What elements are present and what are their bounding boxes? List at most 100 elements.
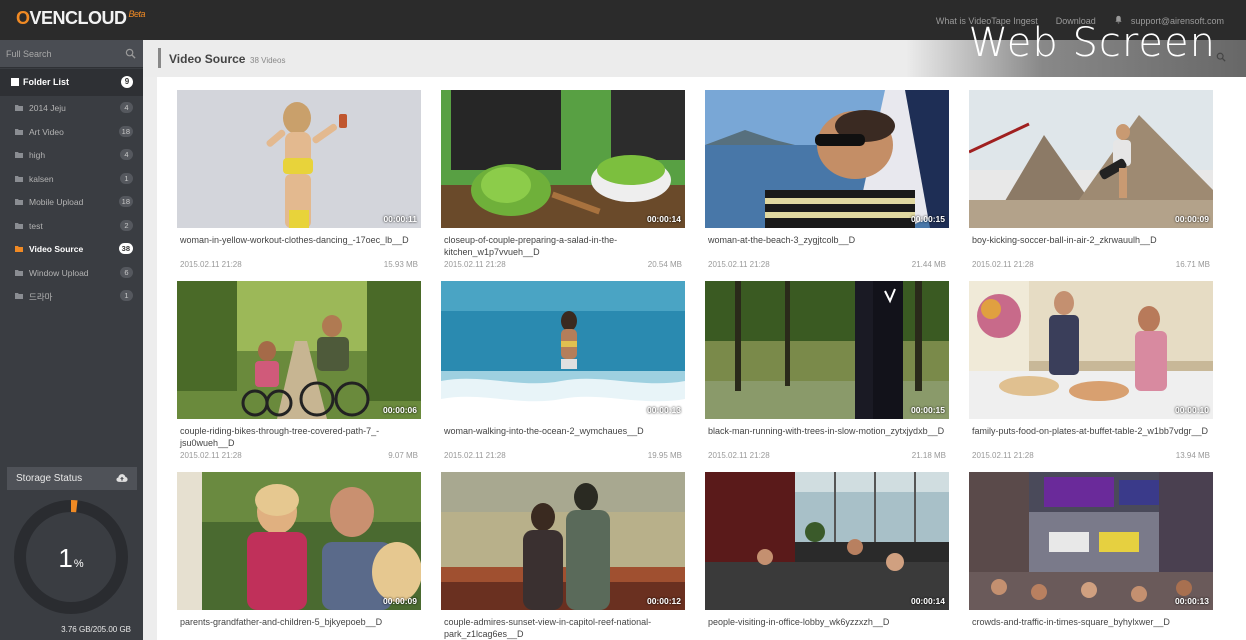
- app-logo[interactable]: OVENCLOUD Beta: [16, 8, 146, 29]
- video-name[interactable]: couple-riding-bikes-through-tree-covered…: [180, 425, 418, 449]
- folder-list-label: Folder List: [23, 77, 70, 87]
- video-size: 21.18 MB: [911, 451, 946, 460]
- video-size: 19.95 MB: [647, 451, 682, 460]
- sidebar-folder-item[interactable]: high 4: [0, 143, 143, 167]
- video-name[interactable]: people-visiting-in-office-lobby_wk6yzzxz…: [708, 616, 946, 628]
- video-duration: 00:00:14: [910, 596, 945, 606]
- sidebar-folder-item[interactable]: test 2: [0, 214, 143, 238]
- folder-name: high: [29, 150, 46, 160]
- video-thumbnail-image: [441, 472, 685, 610]
- video-thumbnail[interactable]: 00:00:11: [177, 90, 421, 228]
- video-thumbnail[interactable]: 00:00:15: [705, 90, 949, 228]
- sidebar-folder-item[interactable]: 드라마 1: [0, 284, 143, 308]
- sidebar-folder-item[interactable]: kalsen 1: [0, 167, 143, 191]
- video-name[interactable]: closeup-of-couple-preparing-a-salad-in-t…: [444, 234, 682, 258]
- video-date: 2015.02.11 21:28: [972, 451, 1034, 460]
- video-grid: 00:00:11 woman-in-yellow-workout-clothes-…: [157, 77, 1246, 640]
- folder-count: 1: [120, 172, 133, 184]
- storage-percent-unit: %: [73, 558, 84, 570]
- video-thumbnail-image: [177, 472, 421, 610]
- search-icon[interactable]: [125, 48, 136, 59]
- logo-prefix: O: [16, 8, 30, 28]
- video-size: 21.44 MB: [911, 260, 946, 269]
- video-thumbnail[interactable]: 00:00:09: [177, 472, 421, 610]
- video-duration: 00:00:14: [646, 214, 681, 224]
- folder-icon: [15, 269, 23, 276]
- video-card[interactable]: 00:00:10 family-puts-food-on-plates-at-bu…: [969, 281, 1213, 460]
- folder-icon: [15, 105, 23, 111]
- video-name[interactable]: family-puts-food-on-plates-at-buffet-tab…: [972, 425, 1210, 437]
- video-name[interactable]: woman-at-the-beach-3_zygjtcolb__D: [708, 234, 946, 246]
- folder-name: Art Video: [29, 126, 64, 137]
- folder-name: Video Source: [29, 244, 84, 254]
- video-thumbnail[interactable]: 00:00:14: [705, 472, 949, 610]
- cloud-upload-icon[interactable]: [116, 473, 128, 483]
- web-screen-watermark: Web Screen: [968, 20, 1216, 66]
- video-name[interactable]: woman-in-yellow-workout-clothes-dancing_…: [180, 234, 418, 246]
- video-thumbnail[interactable]: 00:00:13: [969, 472, 1213, 610]
- video-size: 13.94 MB: [1175, 451, 1210, 460]
- video-card[interactable]: 00:00:14 closeup-of-couple-preparing-a-sa…: [441, 90, 685, 269]
- video-duration: 00:00:10: [1174, 405, 1209, 415]
- video-duration: 00:00:11: [383, 214, 417, 224]
- folder-icon: [15, 222, 23, 229]
- folder-count: 6: [120, 266, 133, 278]
- folder-icon: [15, 293, 23, 299]
- folder-name: kalsen: [29, 173, 54, 184]
- sidebar-folder-item[interactable]: 2014 Jeju 4: [0, 96, 143, 120]
- sidebar-folder-item[interactable]: Mobile Upload 18: [0, 190, 143, 214]
- video-count: 38 Videos: [250, 56, 286, 65]
- folder-name: test: [29, 220, 43, 231]
- sidebar: Folder List 9 2014 Jeju 4 Art Video 18 high 4…: [0, 40, 143, 640]
- video-card[interactable]: 00:00:13 woman-walking-into-the-ocean-2_w…: [441, 281, 685, 460]
- video-thumbnail-image: [177, 90, 421, 228]
- video-card[interactable]: 00:00:11 woman-in-yellow-workout-clothes-…: [177, 90, 421, 269]
- video-duration: 00:00:15: [910, 214, 945, 224]
- video-name[interactable]: crowds-and-traffic-in-times-square_byhyl…: [972, 616, 1210, 628]
- folder-list-header[interactable]: Folder List 9: [0, 69, 143, 96]
- video-name[interactable]: couple-admires-sunset-view-in-capitol-re…: [444, 616, 682, 640]
- storage-status-label: Storage Status: [16, 473, 83, 484]
- folder-icon: [15, 152, 23, 158]
- full-search: [0, 40, 143, 68]
- video-name[interactable]: woman-walking-into-the-ocean-2_wymchaues…: [444, 425, 682, 437]
- folder-count: 18: [118, 196, 133, 207]
- video-size: 9.07 MB: [388, 451, 418, 460]
- video-thumbnail[interactable]: 00:00:14: [441, 90, 685, 228]
- folder-list-checkbox[interactable]: [11, 78, 19, 86]
- full-search-input[interactable]: [6, 47, 116, 61]
- video-thumbnail[interactable]: 00:00:06: [177, 281, 421, 419]
- header-accent-bar: [158, 48, 161, 68]
- video-date: 2015.02.11 21:28: [708, 451, 770, 460]
- video-name[interactable]: parents-grandfather-and-children-5_bjkye…: [180, 616, 418, 628]
- video-size: 20.54 MB: [647, 260, 682, 269]
- sidebar-folder-item[interactable]: Video Source 38: [0, 237, 143, 261]
- folder-icon: [15, 199, 23, 205]
- logo-main: VENCLOUD: [29, 8, 128, 28]
- video-card[interactable]: 00:00:06 couple-riding-bikes-through-tree…: [177, 281, 421, 460]
- video-card[interactable]: 00:00:09 boy-kicking-soccer-ball-in-air-2…: [969, 90, 1213, 269]
- video-duration: 00:00:13: [646, 405, 681, 415]
- video-thumbnail[interactable]: 00:00:15: [705, 281, 949, 419]
- video-name[interactable]: black-man-running-with-trees-in-slow-mot…: [708, 425, 946, 437]
- folder-count: 2: [120, 219, 133, 231]
- video-name[interactable]: boy-kicking-soccer-ball-in-air-2_zkrwauu…: [972, 234, 1210, 246]
- sidebar-folder-item[interactable]: Art Video 18: [0, 120, 143, 144]
- header-search-icon[interactable]: [1216, 52, 1226, 62]
- video-card[interactable]: 00:00:13 crowds-and-traffic-in-times-squa…: [969, 472, 1213, 627]
- video-thumbnail[interactable]: 00:00:12: [441, 472, 685, 610]
- video-card[interactable]: 00:00:14 people-visiting-in-office-lobby_…: [705, 472, 949, 627]
- video-thumbnail-image: [177, 281, 421, 419]
- video-card[interactable]: 00:00:09 parents-grandfather-and-children…: [177, 472, 421, 627]
- video-card[interactable]: 00:00:15 black-man-running-with-trees-in-…: [705, 281, 949, 460]
- folder-count: 18: [118, 125, 133, 137]
- video-thumbnail[interactable]: 00:00:13: [441, 281, 685, 419]
- folder-count: 4: [120, 102, 133, 113]
- video-thumbnail[interactable]: 00:00:10: [969, 281, 1213, 419]
- folder-name: Mobile Upload: [29, 197, 84, 207]
- video-thumbnail[interactable]: 00:00:09: [969, 90, 1213, 228]
- video-date: 2015.02.11 21:28: [444, 260, 506, 269]
- video-card[interactable]: 00:00:12 couple-admires-sunset-view-in-ca…: [441, 472, 685, 639]
- video-card[interactable]: 00:00:15 woman-at-the-beach-3_zygjtcolb__…: [705, 90, 949, 269]
- sidebar-folder-item[interactable]: Window Upload 6: [0, 261, 143, 285]
